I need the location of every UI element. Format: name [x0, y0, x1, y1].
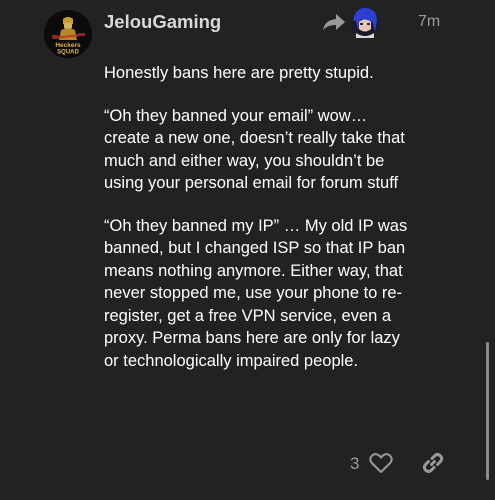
text-line: using your personal email for forum stuf… [104, 174, 399, 192]
text-line: “Oh they banned your email” wow… [104, 106, 368, 125]
scrollbar-thumb[interactable] [486, 342, 489, 480]
text-line: means nothing anymore. Either way, that [104, 261, 403, 280]
svg-text:Heckers: Heckers [55, 42, 81, 49]
text-line: create a new one, doesn’t really take th… [104, 129, 405, 147]
post-date[interactable]: 7m [418, 13, 440, 31]
post-paragraph: Honestly bans here are pretty stupid. [104, 62, 449, 85]
user-avatar[interactable]: Heckers SQUAD [44, 10, 92, 58]
post-username[interactable]: JelouGaming [104, 11, 221, 33]
heart-icon[interactable] [369, 452, 393, 474]
text-line: Honestly bans here are pretty stupid. [104, 64, 374, 82]
forum-post: Heckers SQUAD JelouGaming 7m Honestly ba… [0, 0, 495, 500]
post-paragraph: “Oh they banned my IP” … My old IP was b… [104, 215, 449, 373]
text-line: much and either way, you shouldn’t be [104, 151, 385, 170]
reply-to-avatar[interactable] [350, 6, 380, 38]
text-line: or technologically impaired people. [104, 351, 359, 370]
svg-text:SQUAD: SQUAD [57, 50, 79, 56]
link-icon[interactable] [421, 451, 445, 475]
post-body: Honestly bans here are pretty stupid. “O… [104, 62, 449, 392]
reply-arrow-icon[interactable] [322, 12, 346, 34]
like-count[interactable]: 3 [350, 454, 359, 474]
text-line: register, get a free VPN service, even a [104, 306, 392, 325]
text-line: “Oh they banned my IP” … My old IP was [104, 216, 408, 235]
text-line: banned, but I changed ISP so that IP ban [104, 239, 406, 257]
text-line: never stopped me, use your phone to re- [104, 284, 403, 302]
text-line: proxy. Perma bans here are only for lazy [104, 329, 400, 347]
post-paragraph: “Oh they banned your email” wow… create … [104, 105, 449, 195]
